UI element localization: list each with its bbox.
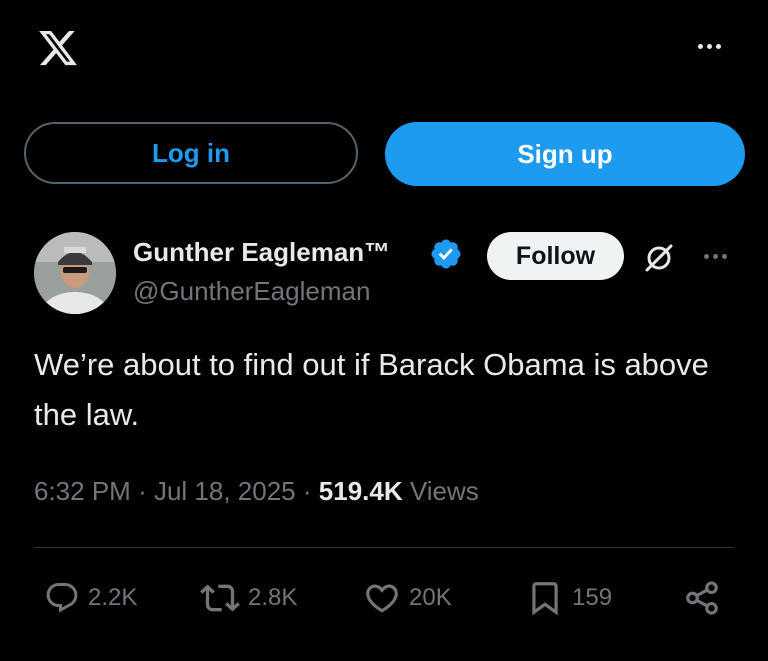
- reply-count: 2.2K: [88, 584, 138, 611]
- views-label: Views: [409, 476, 479, 506]
- separator: ·: [302, 476, 312, 506]
- post-meta: 6:32 PM · Jul 18, 2025 · 519.4K Views: [34, 476, 479, 507]
- post-text: We’re about to find out if Barack Obama …: [34, 347, 709, 432]
- reply-icon: [46, 583, 78, 613]
- verified-badge-icon: [431, 239, 461, 269]
- login-button[interactable]: Log in: [24, 122, 358, 184]
- author-name[interactable]: Gunther Eagleman™: [133, 237, 390, 268]
- separator: ·: [138, 476, 147, 506]
- author-handle[interactable]: @GuntherEagleman: [133, 276, 370, 307]
- post-time[interactable]: 6:32 PM: [34, 476, 131, 506]
- dot: [703, 253, 709, 259]
- repost-icon: [200, 584, 240, 612]
- like-button[interactable]: 20K: [363, 578, 452, 618]
- dot: [706, 43, 712, 49]
- post-date[interactable]: Jul 18, 2025: [154, 476, 296, 506]
- follow-button[interactable]: Follow: [487, 232, 624, 280]
- bookmark-icon: [532, 582, 558, 616]
- x-logo-icon[interactable]: [35, 27, 81, 69]
- reply-button[interactable]: 2.2K: [44, 578, 137, 618]
- avatar-image: [34, 232, 116, 314]
- dot: [712, 253, 718, 259]
- bookmark-button[interactable]: 159: [526, 578, 612, 618]
- repost-count: 2.8K: [248, 584, 298, 611]
- repost-button[interactable]: 2.8K: [200, 578, 297, 618]
- dot: [697, 43, 703, 49]
- dot: [715, 43, 721, 49]
- more-options-icon[interactable]: [689, 36, 729, 56]
- grok-icon[interactable]: [641, 240, 677, 276]
- like-count: 20K: [409, 584, 452, 611]
- share-icon: [686, 581, 718, 615]
- dot: [721, 253, 727, 259]
- views-count: 519.4K: [318, 476, 403, 506]
- bookmark-count: 159: [572, 584, 613, 611]
- post-more-icon[interactable]: [697, 247, 733, 265]
- divider: [34, 547, 734, 548]
- avatar[interactable]: [34, 232, 116, 314]
- heart-icon: [366, 584, 398, 613]
- signup-button[interactable]: Sign up: [385, 122, 745, 186]
- share-button[interactable]: [683, 578, 721, 618]
